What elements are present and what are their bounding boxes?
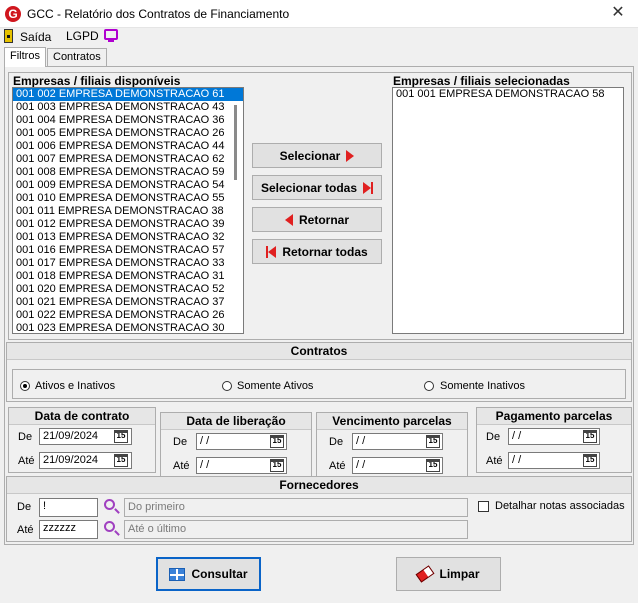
calendar-icon[interactable]: 15 [426, 435, 440, 448]
pagamento-ate-label: Até [486, 455, 503, 467]
fornecedor-de-description: Do primeiro [124, 498, 468, 517]
data-liberacao-title: Data de liberação [161, 413, 311, 430]
data-liberacao-de-label: De [173, 436, 188, 448]
list-item[interactable]: 001 004 EMPRESA DEMONSTRACAO 36 [13, 114, 243, 127]
data-liberacao-ate-label: Até [173, 460, 190, 472]
arrow-left-icon [284, 213, 293, 226]
pagamento-title: Pagamento parcelas [477, 408, 631, 425]
list-item[interactable]: 001 005 EMPRESA DEMONSTRACAO 26 [13, 127, 243, 140]
list-item[interactable]: 001 020 EMPRESA DEMONSTRACAO 52 [13, 283, 243, 296]
list-item[interactable]: 001 001 EMPRESA DEMONSTRACAO 58 [393, 88, 623, 101]
vencimento-ate-label: Até [329, 460, 346, 472]
back-button[interactable]: Retornar [252, 207, 382, 232]
vencimento-de-label: De [329, 436, 344, 448]
fornecedor-ate-description: Até o último [124, 520, 468, 539]
calendar-icon[interactable]: 15 [583, 454, 597, 467]
radio-somente-inativos-label[interactable]: Somente Inativos [440, 380, 525, 392]
search-icon[interactable] [104, 499, 115, 510]
arrow-right-end-icon [363, 181, 374, 194]
arrow-left-end-icon [266, 245, 277, 258]
back-button-label: Retornar [298, 212, 349, 227]
detail-notes-label[interactable]: Detalhar notas associadas [495, 500, 625, 512]
list-item[interactable]: 001 002 EMPRESA DEMONSTRACAO 61 [13, 88, 243, 101]
contratos-title: Contratos [7, 343, 631, 360]
grid-icon [169, 567, 186, 581]
limpar-button[interactable]: Limpar [396, 557, 501, 591]
back-all-button[interactable]: Retornar todas [252, 239, 382, 264]
list-item[interactable]: 001 023 EMPRESA DEMONSTRACAO 30 [13, 322, 243, 333]
fornecedor-ate-input[interactable]: zzzzzz [39, 520, 98, 539]
available-companies-list[interactable]: 001 002 EMPRESA DEMONSTRACAO 61 001 003 E… [12, 87, 244, 334]
list-item[interactable]: 001 011 EMPRESA DEMONSTRACAO 38 [13, 205, 243, 218]
monitor-icon[interactable] [104, 29, 118, 42]
list-item[interactable]: 001 010 EMPRESA DEMONSTRACAO 55 [13, 192, 243, 205]
list-item[interactable]: 001 018 EMPRESA DEMONSTRACAO 31 [13, 270, 243, 283]
radio-somente-ativos[interactable] [222, 381, 232, 391]
calendar-icon[interactable]: 15 [426, 459, 440, 472]
search-icon[interactable] [104, 521, 115, 532]
select-button[interactable]: Selecionar [252, 143, 382, 168]
data-contrato-de-label: De [18, 431, 33, 443]
data-contrato-title: Data de contrato [9, 408, 155, 425]
list-item[interactable]: 001 007 EMPRESA DEMONSTRACAO 62 [13, 153, 243, 166]
list-item[interactable]: 001 006 EMPRESA DEMONSTRACAO 44 [13, 140, 243, 153]
close-button[interactable]: ✕ [604, 2, 632, 26]
fornecedores-title: Fornecedores [7, 477, 631, 494]
exit-button[interactable]: Saída [20, 30, 51, 44]
calendar-icon[interactable]: 15 [114, 454, 128, 467]
list-item[interactable]: 001 016 EMPRESA DEMONSTRACAO 57 [13, 244, 243, 257]
fornecedores-de-label: De [17, 501, 32, 513]
eraser-icon [416, 565, 435, 583]
available-list-scrollbar[interactable] [234, 105, 237, 180]
list-item[interactable]: 001 022 EMPRESA DEMONSTRACAO 26 [13, 309, 243, 322]
radio-somente-inativos[interactable] [424, 381, 434, 391]
app-logo-icon: G [5, 6, 21, 22]
tab-contratos[interactable]: Contratos [47, 48, 107, 66]
radio-ativos-inativos-label[interactable]: Ativos e Inativos [35, 380, 115, 392]
back-all-button-label: Retornar todas [282, 244, 368, 259]
list-item[interactable]: 001 003 EMPRESA DEMONSTRACAO 43 [13, 101, 243, 114]
consultar-button-label: Consultar [191, 567, 248, 581]
data-contrato-ate-label: Até [18, 455, 35, 467]
available-list-title: Empresas / filiais disponíveis [13, 74, 181, 88]
tab-filtros[interactable]: Filtros [4, 47, 46, 67]
selected-companies-list[interactable]: 001 001 EMPRESA DEMONSTRACAO 58 [392, 87, 624, 334]
selected-list-title: Empresas / filiais selecionadas [393, 74, 570, 88]
detail-notes-checkbox[interactable] [478, 501, 489, 512]
select-button-label: Selecionar [279, 148, 341, 163]
list-item[interactable]: 001 021 EMPRESA DEMONSTRACAO 37 [13, 296, 243, 309]
list-item[interactable]: 001 013 EMPRESA DEMONSTRACAO 32 [13, 231, 243, 244]
list-item[interactable]: 001 012 EMPRESA DEMONSTRACAO 39 [13, 218, 243, 231]
window-title: GCC - Relatório dos Contratos de Financi… [27, 7, 290, 21]
limpar-button-label: Limpar [439, 567, 480, 581]
arrow-right-icon [346, 149, 355, 162]
calendar-icon[interactable]: 15 [114, 430, 128, 443]
calendar-icon[interactable]: 15 [270, 459, 284, 472]
list-item[interactable]: 001 017 EMPRESA DEMONSTRACAO 33 [13, 257, 243, 270]
select-all-button-label: Selecionar todas [260, 180, 358, 195]
calendar-icon[interactable]: 15 [583, 430, 597, 443]
fornecedor-de-input[interactable]: ! [39, 498, 98, 517]
radio-ativos-inativos[interactable] [20, 381, 30, 391]
consultar-button[interactable]: Consultar [156, 557, 261, 591]
exit-door-icon[interactable] [4, 29, 13, 43]
calendar-icon[interactable]: 15 [270, 435, 284, 448]
vencimento-title: Vencimento parcelas [317, 413, 467, 430]
radio-somente-ativos-label[interactable]: Somente Ativos [237, 380, 313, 392]
select-all-button[interactable]: Selecionar todas [252, 175, 382, 200]
fornecedores-ate-label: Até [17, 524, 34, 536]
lgpd-button[interactable]: LGPD [66, 29, 99, 43]
list-item[interactable]: 001 008 EMPRESA DEMONSTRACAO 59 [13, 166, 243, 179]
pagamento-de-label: De [486, 431, 501, 443]
list-item[interactable]: 001 009 EMPRESA DEMONSTRACAO 54 [13, 179, 243, 192]
